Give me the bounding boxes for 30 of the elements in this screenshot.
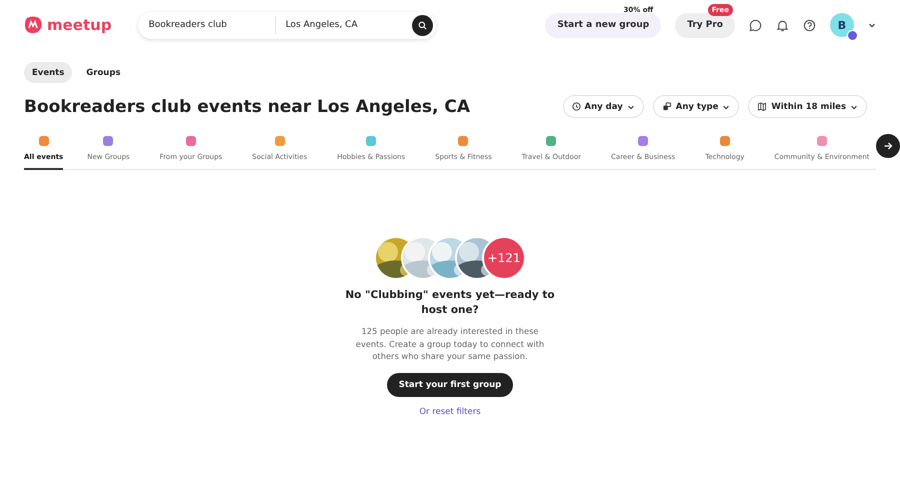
empty-description: 125 people are already interested in these events. Create a group today to connect with others who share your same passion.	[355, 325, 545, 363]
filter-dropdown[interactable]: Within 18 miles	[748, 95, 867, 118]
filter-dropdown[interactable]: Any day	[562, 95, 644, 118]
tab[interactable]: Groups	[78, 62, 129, 83]
devices-icon	[662, 102, 672, 111]
search-bar[interactable]: Bookreaders club Los Angeles, CA	[138, 12, 436, 38]
help-icon[interactable]	[803, 18, 816, 32]
search-button[interactable]	[412, 14, 433, 36]
more-count-badge: +121	[482, 236, 526, 280]
map-icon	[757, 102, 768, 111]
pro-badge-icon	[847, 30, 858, 41]
filter-dropdown[interactable]: Any type	[652, 95, 740, 118]
tab[interactable]: Events	[24, 62, 72, 83]
location-value: Los Angeles, CA	[286, 20, 358, 30]
logo-icon	[24, 16, 43, 34]
logo-text: meetup	[47, 16, 112, 34]
search-icon	[418, 20, 427, 30]
empty-heading: No "Clubbing" events yet—ready to host one?	[344, 288, 556, 318]
arrow-right-icon	[883, 141, 893, 151]
search-query: Bookreaders club	[148, 20, 228, 30]
caret-icon	[868, 21, 876, 29]
chat-icon[interactable]	[749, 18, 762, 32]
next-arrow-button[interactable]	[876, 134, 900, 158]
start-group-button[interactable]: Start your first group	[386, 372, 514, 397]
page-title: Bookreaders club events near Los Angeles, CA	[24, 96, 472, 116]
notifications-icon[interactable]	[776, 18, 789, 32]
try-pro-button[interactable]: Try Pro	[675, 12, 735, 38]
reset-filters-link[interactable]: Or reset filters	[419, 406, 481, 417]
clock-icon	[572, 102, 581, 111]
start-group-button[interactable]: Start a new group	[545, 12, 662, 38]
